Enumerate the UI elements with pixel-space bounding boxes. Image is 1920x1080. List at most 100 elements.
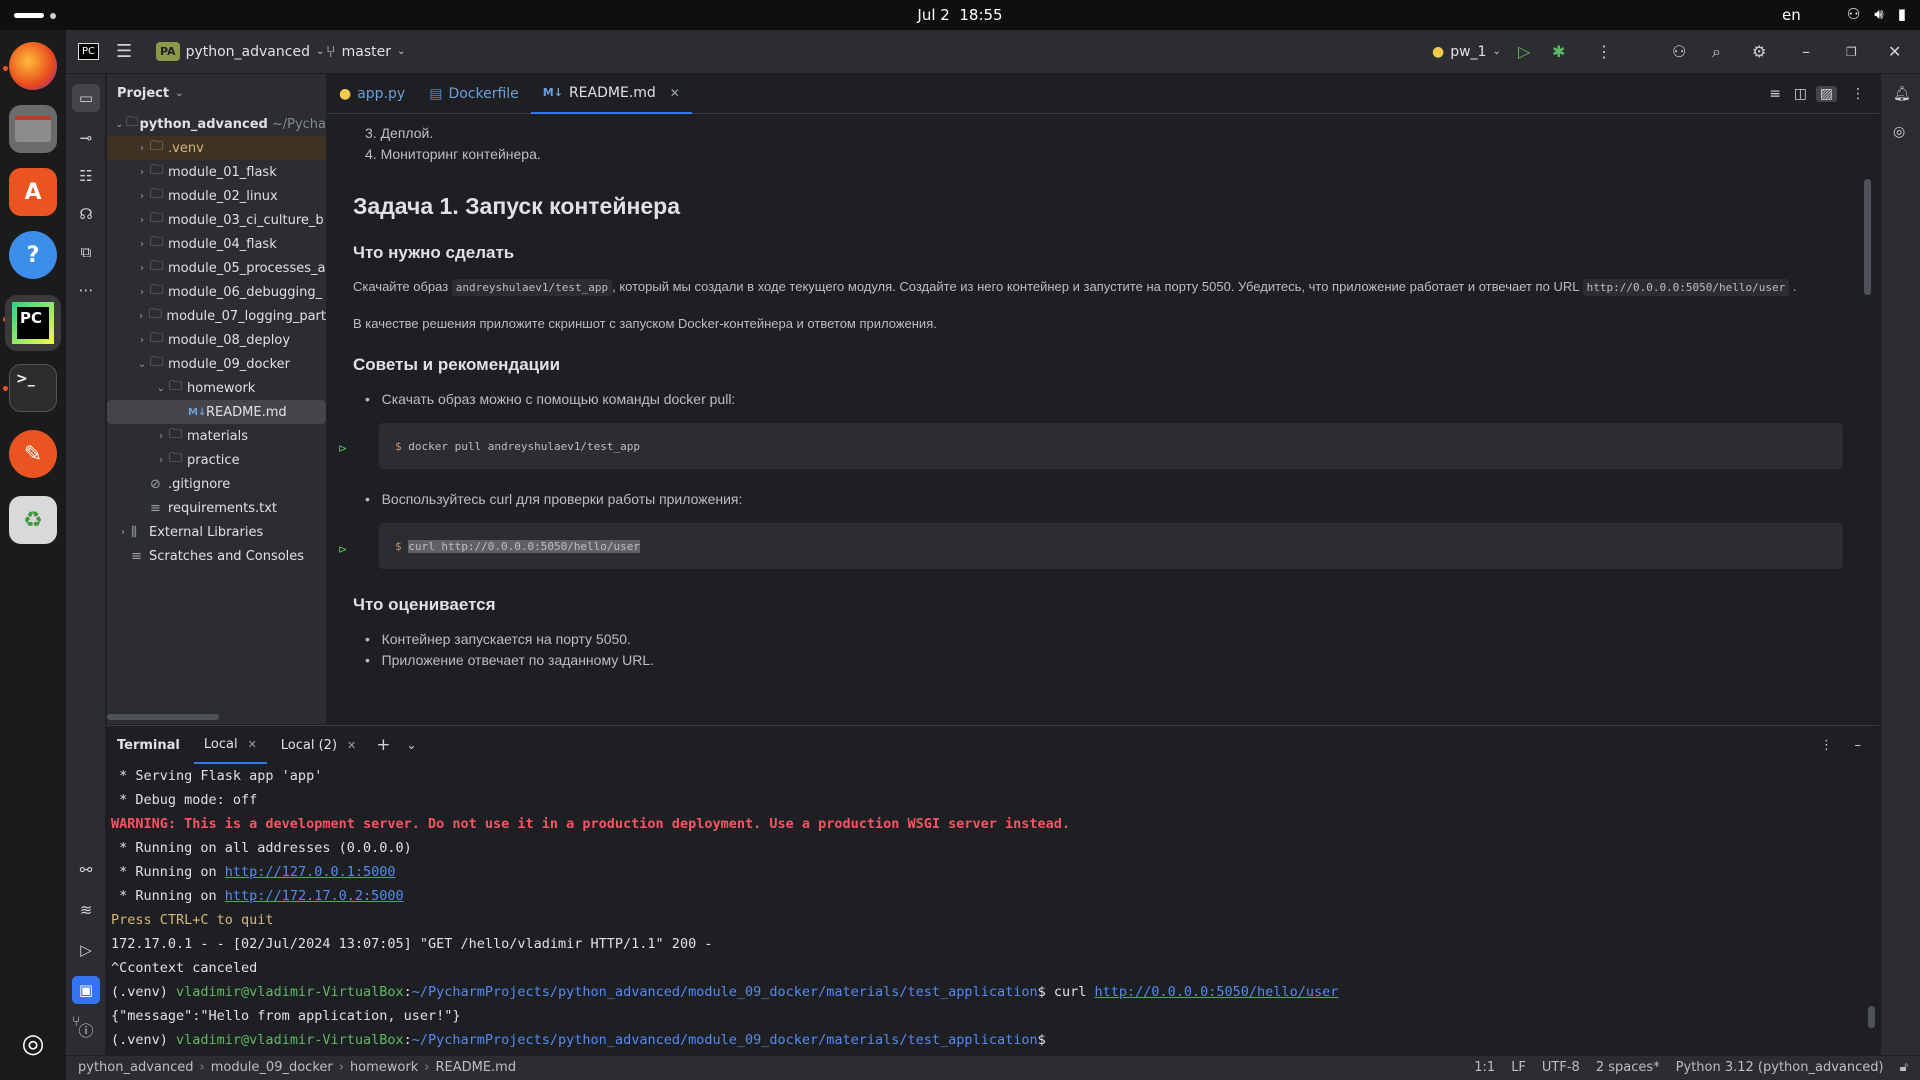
editor-more-icon[interactable]: ⋮: [1851, 86, 1865, 102]
chevron-right-icon[interactable]: ›: [133, 311, 149, 322]
project-panel-header[interactable]: Project ⌄: [107, 74, 326, 112]
chevron-right-icon[interactable]: ›: [115, 527, 131, 538]
tab-readme-md[interactable]: M↓ README.md ✕: [530, 74, 692, 114]
terminal-link[interactable]: http://0.0.0.0:5050/hello/user: [1095, 984, 1339, 1000]
new-tab-icon[interactable]: +: [376, 735, 390, 755]
trash-icon[interactable]: ♻: [9, 496, 57, 544]
tree-item[interactable]: ⌄ 🗀 module_09_docker: [107, 352, 326, 376]
tree-item[interactable]: › 🗀 module_08_deploy: [107, 328, 326, 352]
breadcrumb-item[interactable]: homework: [350, 1060, 418, 1075]
terminal-scrollbar[interactable]: [1868, 1006, 1875, 1028]
breadcrumb-item[interactable]: README.md: [435, 1060, 516, 1075]
terminal-tab-local-2[interactable]: Local (2) ✕: [271, 726, 366, 764]
tree-item[interactable]: ⌄ 🗀 python_advanced ~/Pycha: [107, 112, 326, 136]
tree-item[interactable]: › 🗀 module_06_debugging_: [107, 280, 326, 304]
python-interpreter[interactable]: Python 3.12 (python_advanced): [1676, 1060, 1884, 1075]
show-apps-icon[interactable]: ◎: [9, 1020, 57, 1068]
commit-tool-icon[interactable]: ⊸: [72, 124, 100, 152]
system-clock[interactable]: Jul 2 18:55: [0, 6, 1920, 24]
terminal-output[interactable]: * Serving Flask app 'app' * Debug mode: …: [107, 764, 1879, 1052]
keyboard-layout[interactable]: en: [1782, 6, 1801, 24]
chevron-down-icon[interactable]: ⌄: [407, 738, 417, 752]
main-menu-icon[interactable]: ☰: [116, 41, 132, 62]
app-center-icon[interactable]: A: [9, 168, 57, 216]
project-switcher[interactable]: PA python_advanced ⌄: [156, 42, 324, 61]
terminal-tab-local[interactable]: Local ✕: [193, 726, 267, 764]
project-tool-icon[interactable]: ▭: [72, 84, 100, 112]
hide-panel-icon[interactable]: –: [1855, 738, 1862, 753]
branch-switcher[interactable]: ⑂ master ⌄: [326, 42, 405, 61]
tree-item[interactable]: › 🗀 module_02_linux: [107, 184, 326, 208]
run-icon[interactable]: ▷: [1518, 42, 1530, 61]
close-tab-icon[interactable]: ✕: [248, 738, 257, 751]
chevron-right-icon[interactable]: ›: [153, 431, 169, 442]
tree-item[interactable]: ⌄ 🗀 homework: [107, 376, 326, 400]
python-packages-icon[interactable]: ☊: [72, 200, 100, 228]
tree-item[interactable]: › 🗀 module_01_flask: [107, 160, 326, 184]
more-tools-icon[interactable]: ⋯: [72, 276, 100, 304]
run-code-icon[interactable]: ⊳: [338, 442, 347, 455]
chevron-right-icon[interactable]: ›: [134, 143, 150, 154]
terminal-link[interactable]: http://172.17.0.2:5000: [225, 888, 404, 904]
search-icon[interactable]: ⌕: [1712, 42, 1721, 62]
files-icon[interactable]: [9, 105, 57, 153]
chevron-right-icon[interactable]: ›: [134, 287, 150, 298]
chevron-down-icon[interactable]: ⌄: [113, 119, 125, 130]
tree-item[interactable]: › 🗀 module_05_processes_a: [107, 256, 326, 280]
lock-icon[interactable]: 🔓︎: [1900, 1060, 1908, 1075]
tree-item[interactable]: › 🗀 .venv: [107, 136, 326, 160]
terminal-options-icon[interactable]: ⋮: [1820, 738, 1833, 753]
tab-app-py[interactable]: ● app.py: [327, 74, 417, 114]
close-icon[interactable]: ✕: [1888, 42, 1901, 61]
ai-assistant-icon[interactable]: ◎: [1893, 124, 1905, 140]
restore-icon[interactable]: ❐: [1846, 45, 1857, 59]
more-actions-icon[interactable]: ⋮: [1596, 42, 1612, 61]
firefox-icon[interactable]: [9, 42, 57, 90]
indent-setting[interactable]: 2 spaces*: [1596, 1060, 1660, 1075]
terminal-tool-icon[interactable]: ▣: [72, 976, 100, 1004]
chevron-right-icon[interactable]: ›: [134, 167, 150, 178]
settings-icon[interactable]: ⚙: [1752, 42, 1766, 61]
run-config-selector[interactable]: ● pw_1 ⌄: [1432, 44, 1501, 60]
chevron-right-icon[interactable]: ›: [134, 335, 150, 346]
terminal-icon[interactable]: >_: [9, 364, 57, 412]
text-editor-icon[interactable]: ✎: [9, 430, 57, 478]
tree-item[interactable]: › 🗀 module_04_flask: [107, 232, 326, 256]
horizontal-scrollbar[interactable]: [107, 714, 219, 720]
chevron-right-icon[interactable]: ›: [153, 455, 169, 466]
tree-item[interactable]: ≡ requirements.txt: [107, 496, 326, 520]
chevron-down-icon[interactable]: ⌄: [134, 359, 150, 370]
tree-item[interactable]: › 🗀 module_03_ci_culture_b: [107, 208, 326, 232]
code-block[interactable]: $ docker pull andreyshulaev1/test_app: [379, 423, 1843, 469]
code-block[interactable]: $ curl http://0.0.0.0:5050/hello/user: [379, 523, 1843, 569]
database-tool-icon[interactable]: ☷: [72, 162, 100, 190]
caret-position[interactable]: 1:1: [1474, 1060, 1495, 1075]
close-tab-icon[interactable]: ✕: [670, 86, 680, 100]
chevron-right-icon[interactable]: ›: [134, 191, 150, 202]
tree-item[interactable]: ≡ Scratches and Consoles: [107, 544, 326, 568]
help-icon[interactable]: ?: [9, 231, 57, 279]
breadcrumb-item[interactable]: module_09_docker: [211, 1060, 333, 1075]
chevron-down-icon[interactable]: ⌄: [153, 383, 169, 394]
layers-icon[interactable]: ≋: [72, 896, 100, 924]
notifications-icon[interactable]: 🔔︎: [1893, 86, 1911, 102]
terminal-link[interactable]: http://127.0.0.1:5000: [225, 864, 396, 880]
system-tray[interactable]: ⚇ 🔊︎ ▮: [1847, 5, 1906, 23]
chevron-right-icon[interactable]: ›: [134, 263, 150, 274]
vertical-scrollbar[interactable]: [1864, 179, 1871, 295]
tree-item[interactable]: ⊘ .gitignore: [107, 472, 326, 496]
tab-dockerfile[interactable]: ▤ Dockerfile: [417, 74, 531, 114]
debug-icon[interactable]: ✱: [1552, 42, 1565, 61]
python-console-icon[interactable]: ⚯: [72, 856, 100, 884]
minimize-icon[interactable]: –: [1802, 42, 1810, 61]
close-tab-icon[interactable]: ✕: [347, 739, 356, 752]
tree-item[interactable]: › 🗀 practice: [107, 448, 326, 472]
chevron-right-icon[interactable]: ›: [134, 239, 150, 250]
breadcrumb-item[interactable]: python_advanced: [78, 1060, 194, 1075]
add-user-icon[interactable]: ⚇: [1672, 42, 1686, 61]
tree-item[interactable]: › 🗀 module_07_logging_part: [107, 304, 326, 328]
editor-only-icon[interactable]: ≡: [1769, 86, 1781, 102]
file-encoding[interactable]: UTF-8: [1542, 1060, 1580, 1075]
tree-item[interactable]: › ⫼ External Libraries: [107, 520, 326, 544]
run-code-icon[interactable]: ⊳: [338, 543, 347, 556]
